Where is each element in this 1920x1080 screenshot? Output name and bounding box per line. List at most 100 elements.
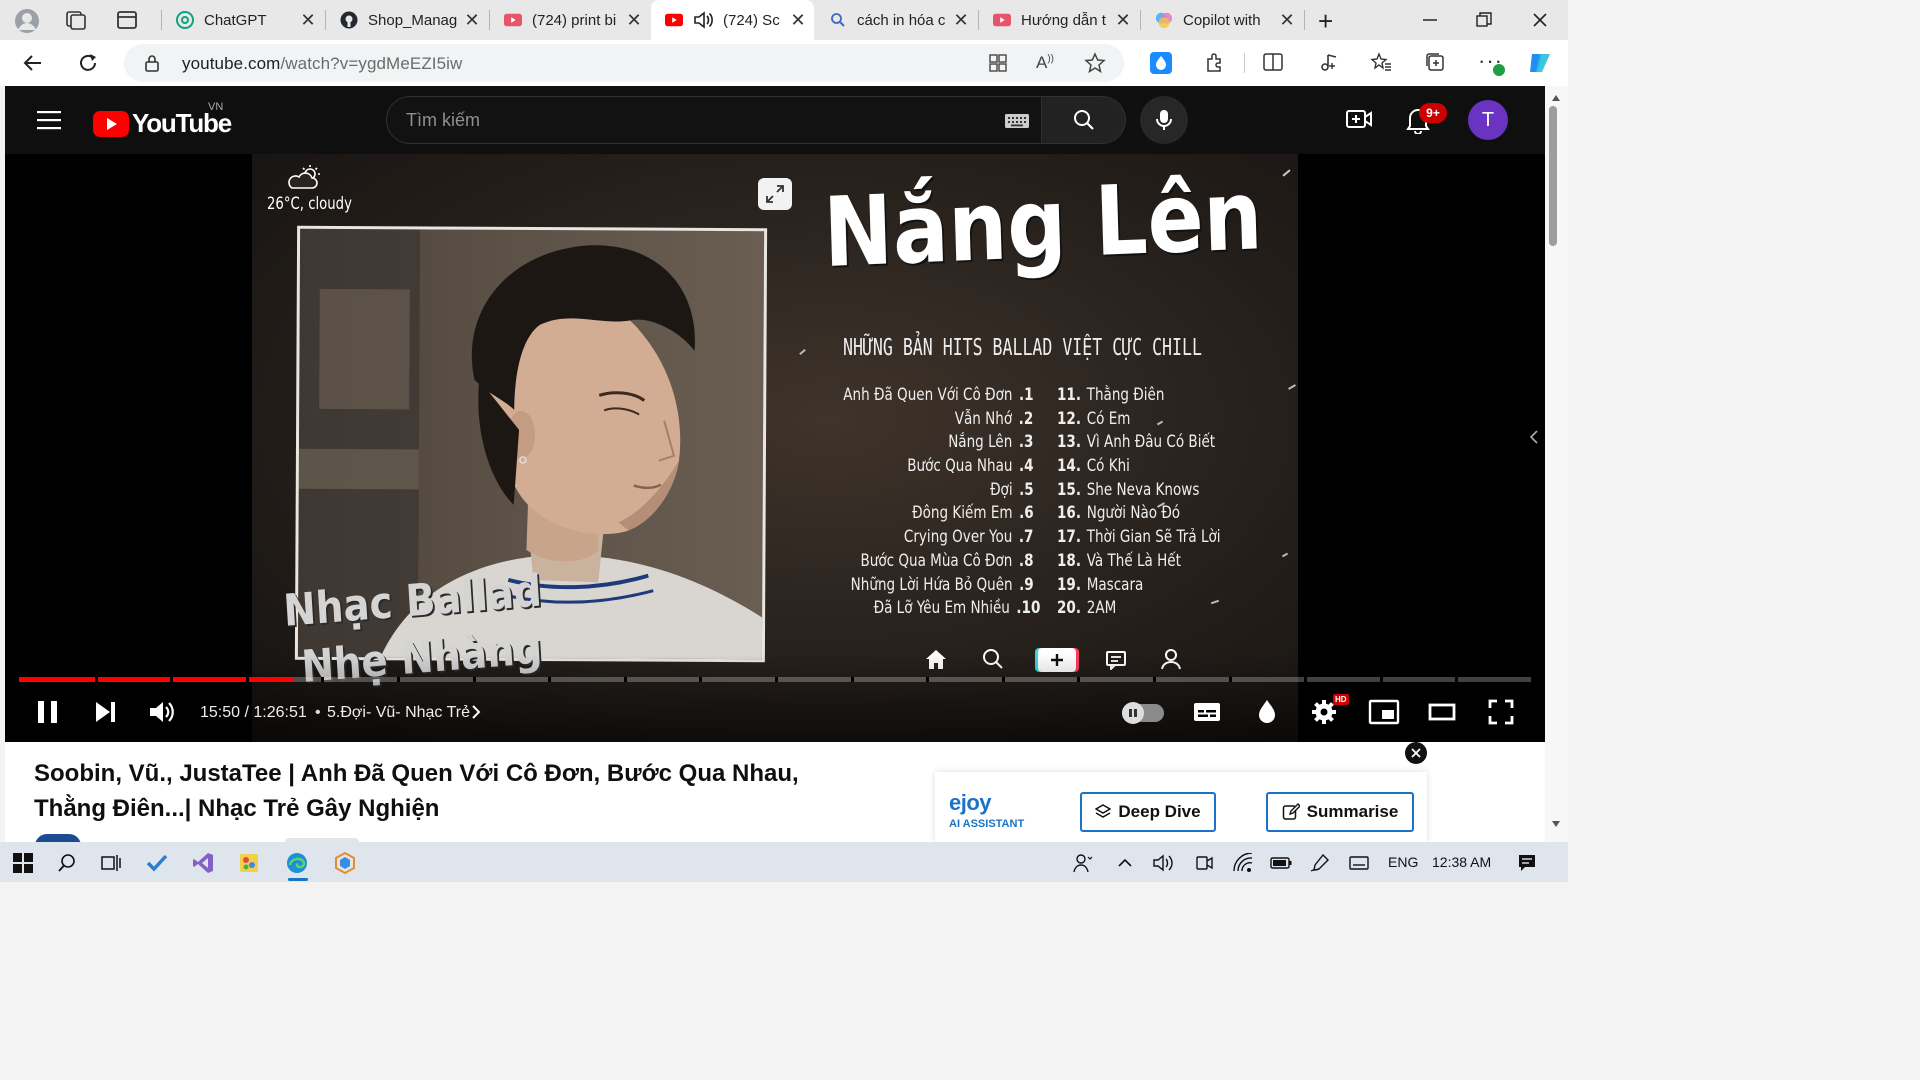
voice-search-button[interactable]	[1140, 96, 1188, 144]
address-bar[interactable]: youtube.com/watch?v=ygdMeEZI5iw A))	[124, 44, 1124, 82]
tracklist-row: 18. Và Thế Là Hết	[1057, 551, 1298, 575]
task-view-icon[interactable]	[100, 852, 122, 874]
autoplay-toggle[interactable]	[1122, 702, 1164, 724]
tab-youtube-active[interactable]: (724) Sc ✕	[651, 0, 814, 40]
volume-button[interactable]	[148, 699, 176, 725]
tab-github[interactable]: Shop_Manag ✕	[326, 0, 488, 40]
taskbar-search-icon[interactable]	[56, 852, 78, 874]
speaker-icon[interactable]	[693, 10, 715, 30]
tab-title: (724) print bi	[532, 11, 617, 29]
tray-wifi-icon[interactable]	[1232, 852, 1254, 874]
read-aloud-icon[interactable]: A))	[1036, 53, 1054, 73]
track-title: Đông Kiếm Em	[911, 503, 1013, 523]
tab-actions-icon[interactable]	[116, 9, 138, 31]
close-tab-icon[interactable]: ✕	[788, 10, 808, 31]
close-tab-icon[interactable]: ✕	[951, 10, 971, 31]
close-tab-icon[interactable]: ✕	[462, 10, 482, 31]
scroll-up-icon[interactable]	[1551, 94, 1561, 102]
channel-avatar[interactable]	[35, 834, 81, 842]
tab-copilot[interactable]: Copilot with ✕	[1141, 0, 1303, 40]
search-button[interactable]	[1042, 96, 1126, 144]
theater-mode-icon[interactable]	[1428, 702, 1456, 722]
edge-browser-icon[interactable]	[286, 852, 308, 874]
favorites-icon[interactable]	[1370, 51, 1392, 73]
profile-icon[interactable]	[14, 8, 40, 34]
miniplayer-icon[interactable]	[1368, 699, 1400, 725]
hamburger-menu-icon[interactable]	[37, 110, 61, 130]
keyboard-icon[interactable]	[1005, 114, 1029, 128]
tab-huong-dan[interactable]: Hướng dẫn t ✕	[979, 0, 1139, 40]
video-player[interactable]: 26°C, cloudy Nắng Lên NHỮNG BẢN HITS BAL…	[5, 154, 1545, 742]
back-button[interactable]	[18, 48, 48, 78]
fullscreen-icon[interactable]	[1487, 698, 1515, 726]
scroll-down-icon[interactable]	[1551, 820, 1561, 828]
minimize-button[interactable]	[1418, 8, 1442, 32]
tab-youtube-print[interactable]: (724) print bi ✕	[490, 0, 650, 40]
collapse-chevron-icon[interactable]	[1529, 430, 1539, 444]
chapter-title[interactable]: 5.Đợi- Vũ- Nhạc Trẻ	[327, 704, 470, 722]
tab-strip: ChatGPT ✕ Shop_Manag ✕ (724) print bi ✕ …	[0, 0, 1568, 40]
create-video-icon[interactable]	[1345, 107, 1373, 131]
time-display: 15:50 / 1:26:51	[200, 704, 307, 721]
visual-studio-icon[interactable]	[192, 852, 214, 874]
ambient-drop-icon[interactable]	[1257, 698, 1277, 724]
system-clock[interactable]: 12:38 AM	[1432, 854, 1491, 870]
favorite-star-icon[interactable]	[1084, 52, 1106, 74]
tray-chevron-up-icon[interactable]	[1114, 852, 1136, 874]
chapter-separator	[699, 677, 703, 682]
input-language[interactable]: ENG	[1388, 854, 1418, 870]
summarise-button[interactable]: Summarise	[1266, 792, 1414, 832]
extension-drop-icon[interactable]	[1150, 52, 1172, 74]
split-screen-icon[interactable]	[1262, 51, 1284, 73]
url-text[interactable]: youtube.com/watch?v=ygdMeEZI5iw	[182, 54, 462, 74]
chapter-chevron-icon[interactable]	[471, 703, 481, 721]
progress-bar[interactable]	[19, 677, 1531, 682]
collections-icon[interactable]	[1424, 51, 1446, 73]
close-window-button[interactable]	[1528, 8, 1552, 32]
apps-icon[interactable]	[988, 53, 1008, 73]
tracklist-row: Nắng Lên .3	[772, 432, 1040, 456]
avatar[interactable]: T	[1468, 100, 1508, 140]
tray-battery-icon[interactable]	[1270, 852, 1292, 874]
notification-center-icon[interactable]	[1516, 852, 1538, 874]
media-icon[interactable]	[1318, 51, 1340, 73]
pause-button[interactable]	[35, 698, 61, 726]
tray-pen-icon[interactable]	[1309, 852, 1331, 874]
tracklist-row: Bước Qua Nhau .4	[772, 456, 1040, 480]
app-cube-icon[interactable]	[334, 852, 356, 874]
workspaces-icon[interactable]	[64, 9, 88, 31]
people-icon[interactable]	[1072, 852, 1094, 874]
tab-search[interactable]: cách in hóa c ✕	[815, 0, 977, 40]
chapter-separator	[1153, 677, 1156, 682]
tray-meet-icon[interactable]	[1193, 852, 1215, 874]
chapter-separator	[850, 677, 854, 682]
lock-icon[interactable]	[144, 54, 160, 72]
restore-button[interactable]	[1472, 8, 1496, 32]
close-tab-icon[interactable]: ✕	[1113, 10, 1133, 31]
tab-chatgpt[interactable]: ChatGPT ✕	[162, 0, 324, 40]
paint-app-icon[interactable]	[238, 852, 260, 874]
refresh-button[interactable]	[73, 48, 103, 78]
copilot-sidebar-icon[interactable]	[1526, 50, 1554, 76]
close-tab-icon[interactable]: ✕	[624, 10, 644, 31]
search-box[interactable]: Tìm kiếm	[386, 96, 1042, 144]
extensions-icon[interactable]	[1204, 51, 1226, 73]
scroll-thumb[interactable]	[1549, 106, 1557, 246]
new-tab-button[interactable]: +	[1318, 6, 1333, 37]
ejoy-close-icon[interactable]	[1405, 742, 1427, 764]
next-button[interactable]	[93, 700, 119, 724]
subtitles-icon[interactable]	[1193, 700, 1221, 724]
deep-dive-button[interactable]: Deep Dive	[1080, 792, 1216, 832]
search-input[interactable]: Tìm kiếm	[406, 110, 480, 131]
todo-app-icon[interactable]	[146, 852, 168, 874]
page-scrollbar[interactable]	[1545, 86, 1568, 842]
tray-volume-icon[interactable]	[1152, 852, 1174, 874]
windows-start-icon[interactable]	[12, 852, 34, 874]
close-tab-icon[interactable]: ✕	[1277, 10, 1297, 31]
chapter-separator	[397, 677, 400, 682]
expand-icon[interactable]	[758, 178, 792, 210]
track-title: Mascara	[1086, 574, 1144, 594]
close-tab-icon[interactable]: ✕	[298, 10, 318, 31]
tray-keyboard-icon[interactable]	[1348, 852, 1370, 874]
notification-count-badge: 9+	[1419, 103, 1447, 123]
